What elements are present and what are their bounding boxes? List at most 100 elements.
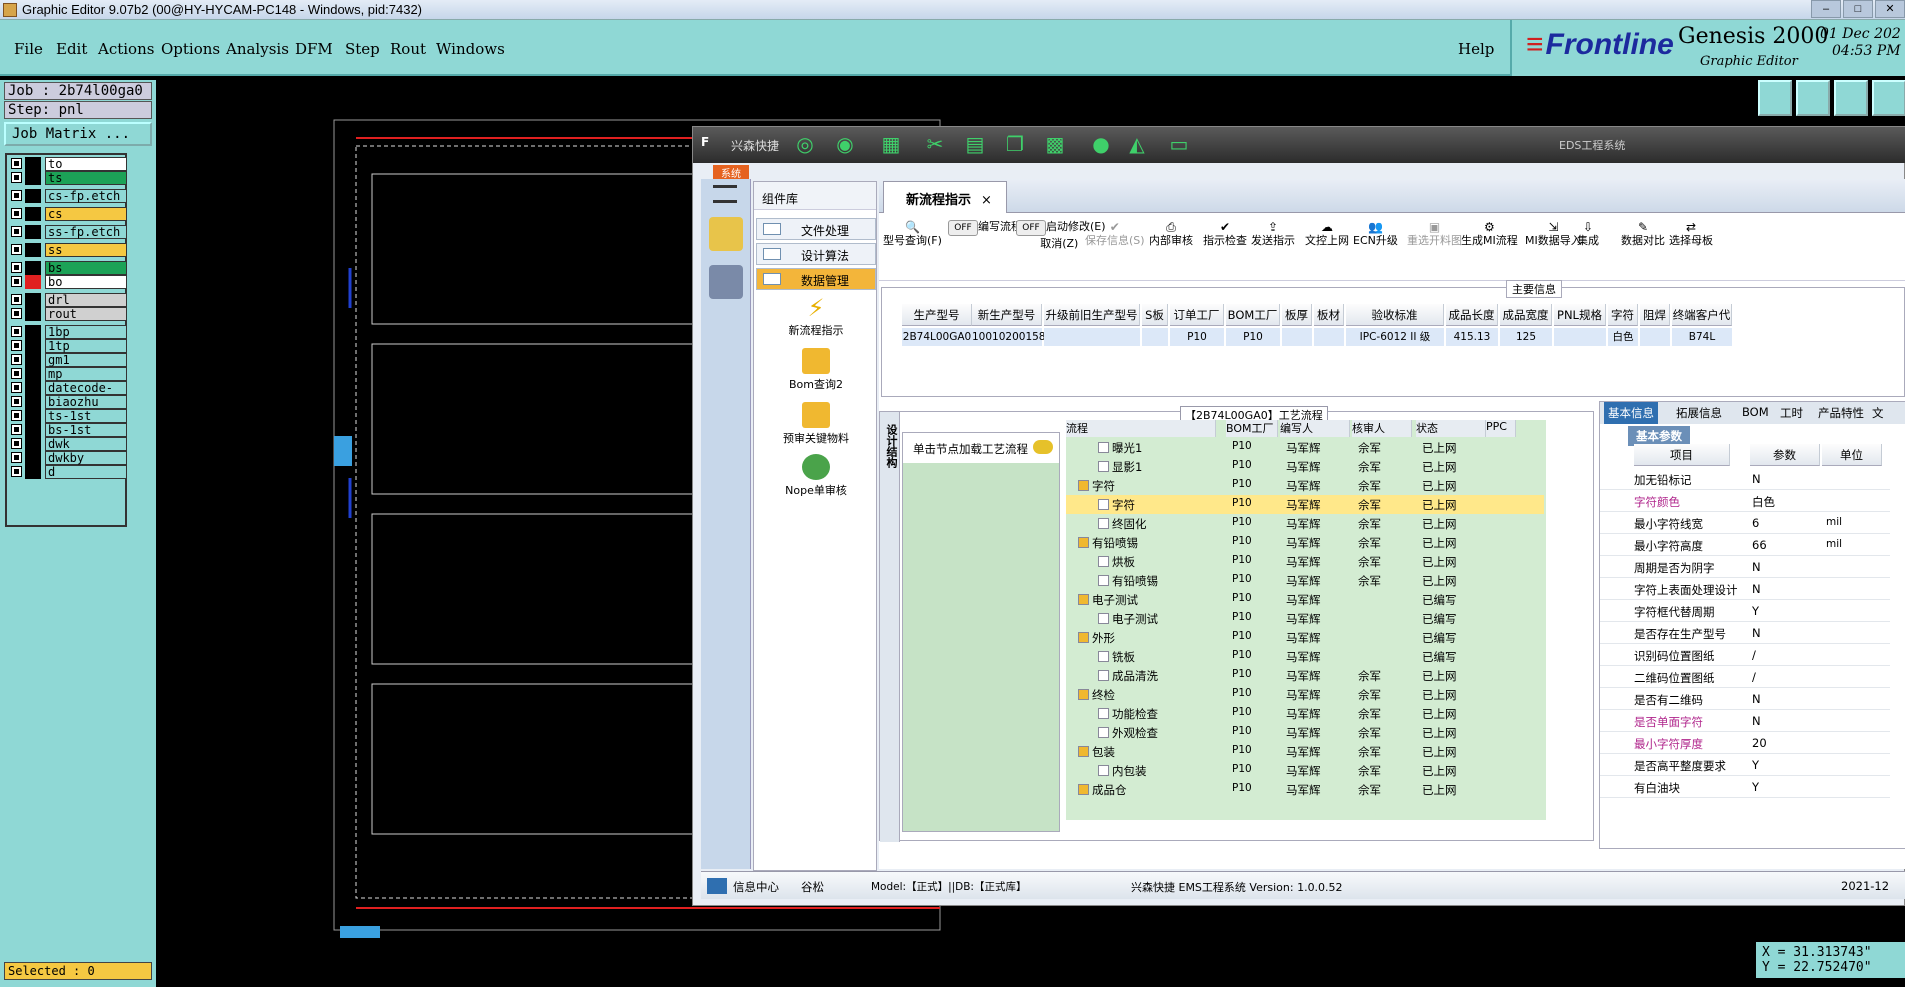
table-cell[interactable]: P10 [1226,328,1280,346]
toolbar-button[interactable]: 🔍 型号查询(F) [883,219,942,249]
property-row[interactable]: 是否单面字符 N [1600,710,1890,732]
menu-options[interactable]: Options [161,40,220,58]
hamburger-icon[interactable] [713,185,737,203]
layer-checkbox[interactable] [11,172,22,183]
column-header[interactable]: 板厚 [1282,304,1312,326]
tree-row[interactable]: 烘板 P10 马军辉 佘军 已上网 [1066,552,1544,571]
layer-checkbox[interactable] [11,354,22,365]
property-value[interactable]: N [1752,560,1761,574]
layer-checkbox[interactable] [11,410,22,421]
layer-checkbox[interactable] [11,340,22,351]
layer-row[interactable]: dwk [9,437,127,451]
home-icon[interactable] [1834,80,1868,116]
tree-row[interactable]: 字符 P10 马军辉 佘军 已上网 [1066,476,1544,495]
toolbar-sub-label[interactable]: 取消(Z) [1040,237,1078,250]
layer-name[interactable]: ts [45,171,127,185]
column-header[interactable]: 订单工厂 [1170,304,1224,326]
toggle-switch[interactable]: OFF [948,220,978,236]
property-value[interactable]: N [1752,472,1761,486]
layer-row[interactable]: ts [9,171,127,185]
menu-dfm[interactable]: DFM [295,40,333,58]
table-cell[interactable]: 2B74L00GA0 [902,328,972,346]
table-cell[interactable] [1314,328,1344,346]
property-tab[interactable]: 拓展信息 [1676,405,1722,421]
layer-row[interactable]: dwkby [9,451,127,465]
property-value[interactable]: N [1752,714,1761,728]
menu-analysis[interactable]: Analysis [226,40,289,58]
property-row[interactable]: 是否有二维码 N [1600,688,1890,710]
layer-name[interactable]: drl [45,293,127,307]
laptop-icon[interactable]: ▭ [1167,133,1191,157]
tree-column-header[interactable]: 编写人 [1280,420,1350,437]
tree-column-header[interactable]: 核审人 [1352,420,1412,437]
property-column-header[interactable]: 项目 [1634,444,1730,466]
table-cell[interactable] [1282,328,1312,346]
toolbar-button[interactable]: ⇩ 集成 [1577,219,1599,249]
property-value[interactable]: / [1752,648,1756,662]
layer-checkbox[interactable] [11,424,22,435]
property-row[interactable]: 最小字符高度 66 mil [1600,534,1890,556]
grid-icon[interactable]: ▩ [1043,133,1067,157]
menu-file-processing[interactable]: 文件处理 [756,218,876,240]
column-header[interactable]: 成品长度 [1446,304,1498,326]
layer-name[interactable]: datecode-to [45,381,127,408]
import-icon[interactable] [1796,80,1830,116]
tree-column-header[interactable]: BOM工厂 [1226,420,1278,437]
toolbar-button[interactable]: 👥 ECN升级 [1353,219,1398,249]
layer-checkbox[interactable] [11,308,22,319]
toolbar-button[interactable]: ⚙ 生成MI流程 [1461,219,1518,249]
tree-row[interactable]: 终固化 P10 马军辉 佘军 已上网 [1066,514,1544,533]
layer-row[interactable]: ss [9,243,127,257]
tree-row[interactable]: 成品仓 P10 马军辉 佘军 已上网 [1066,780,1544,799]
layer-checkbox[interactable] [11,294,22,305]
tree-row[interactable]: 外形 P10 马军辉 已编写 [1066,628,1544,647]
quick-nope-review[interactable]: Nope单审核 [754,454,878,498]
column-header[interactable]: BOM工厂 [1226,304,1280,326]
menu-file[interactable]: File [14,40,43,58]
column-header[interactable]: 板材 [1314,304,1344,326]
tree-row[interactable]: 成品清洗 P10 马军辉 佘军 已上网 [1066,666,1544,685]
layer-name[interactable]: 1tp [45,339,127,353]
property-row[interactable]: 二维码位置图纸 / [1600,666,1890,688]
toolbar-button[interactable]: ☁ 文控上网 [1305,219,1349,249]
property-tab[interactable]: 工时 [1780,405,1803,421]
property-column-header[interactable]: 单位 [1822,444,1882,466]
quick-bom-query[interactable]: Bom查询2 [754,348,878,392]
layer-row[interactable]: mp [9,367,127,381]
toolbar-button[interactable]: ⇪ 发送指示 [1251,219,1295,249]
column-header[interactable]: 生产型号 [902,304,972,326]
tree-row[interactable]: 有铅喷锡 P10 马军辉 佘军 已上网 [1066,571,1544,590]
layer-name[interactable]: gm1 [45,353,127,367]
maximize-button[interactable]: □ [1843,0,1873,18]
property-row[interactable]: 最小字符厚度 20 [1600,732,1890,754]
tree-row[interactable]: 电子测试 P10 马军辉 已编写 [1066,609,1544,628]
property-row[interactable]: 最小字符线宽 6 mil [1600,512,1890,534]
tree-column-header[interactable]: PPC [1486,420,1516,437]
system-tab[interactable]: 系统 [713,165,749,180]
close-button[interactable]: ✕ [1875,0,1905,18]
table-cell[interactable] [1044,328,1140,346]
menu-design-algorithm[interactable]: 设计算法 [756,243,876,265]
layer-name[interactable]: mp [45,367,127,381]
layer-name[interactable]: ts-1st [45,409,127,423]
tree-row[interactable]: 字符 P10 马军辉 佘军 已上网 [1066,495,1544,514]
property-row[interactable]: 字符上表面处理设计 N [1600,578,1890,600]
export-icon[interactable] [1758,80,1792,116]
layer-name[interactable]: cs-fp.etch [45,189,127,203]
tree-row[interactable]: 电子测试 P10 马军辉 已编写 [1066,590,1544,609]
table-cell[interactable]: 10010200158839 [972,328,1066,346]
property-value[interactable]: Y [1752,604,1759,618]
tree-row[interactable]: 内包装 P10 马军辉 佘军 已上网 [1066,761,1544,780]
tab-new-flow[interactable]: 新流程指示 × [883,181,1007,213]
property-value[interactable]: Y [1752,758,1759,772]
layer-name[interactable]: dwkby [45,451,127,465]
menu-edit[interactable]: Edit [56,40,87,58]
layer-checkbox[interactable] [11,396,22,407]
layer-name[interactable]: bs-1st [45,423,127,437]
property-value[interactable]: 20 [1752,736,1767,750]
layer-row[interactable]: 1tp [9,339,127,353]
layer-name[interactable]: bs [45,261,127,275]
tree-column-header[interactable]: 状态 [1416,420,1486,437]
film-icon[interactable]: ▤ [963,133,987,157]
column-header[interactable]: 新生产型号 [972,304,1042,326]
